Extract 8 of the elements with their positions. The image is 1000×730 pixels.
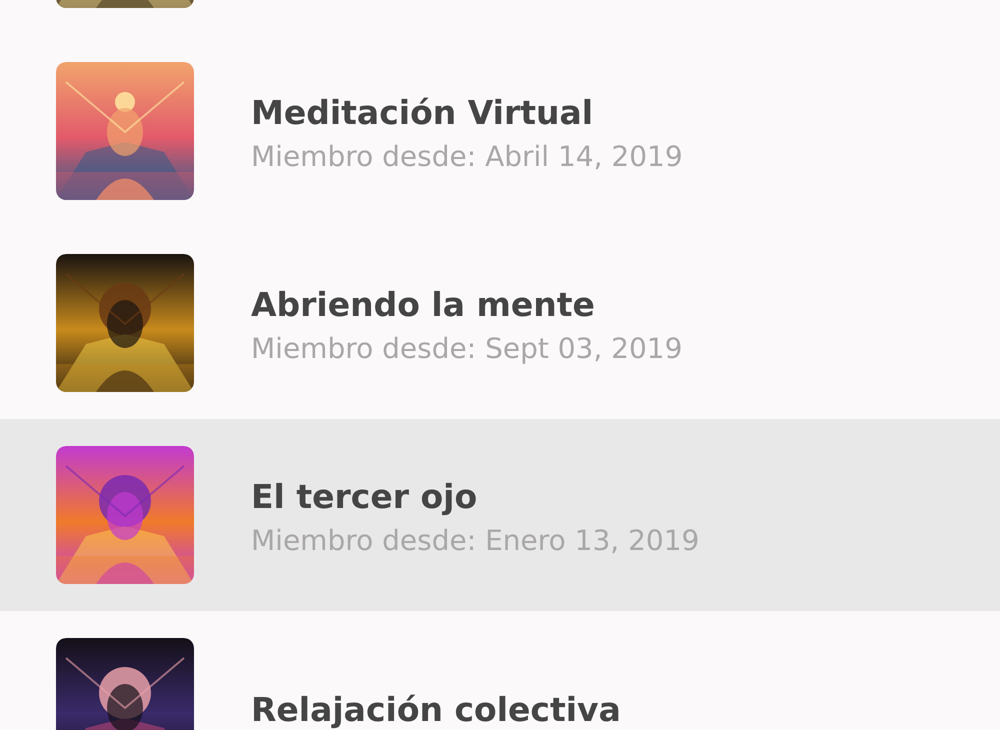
member-since: Miembro desde: Abril 14, 2019	[251, 140, 683, 173]
group-name: El tercer ojo	[251, 477, 478, 516]
member-since: Miembro desde: Sept 03, 2019	[251, 332, 682, 365]
group-row[interactable]: El tercer ojo Miembro desde: Enero 13, 2019	[0, 419, 1000, 611]
group-name: Abriendo la mente	[251, 285, 596, 324]
member-since: Miembro desde: Enero 13, 2019	[251, 524, 700, 557]
group-name: Relajación colectiva	[251, 690, 621, 728]
group-name: Meditación Virtual	[251, 93, 594, 132]
